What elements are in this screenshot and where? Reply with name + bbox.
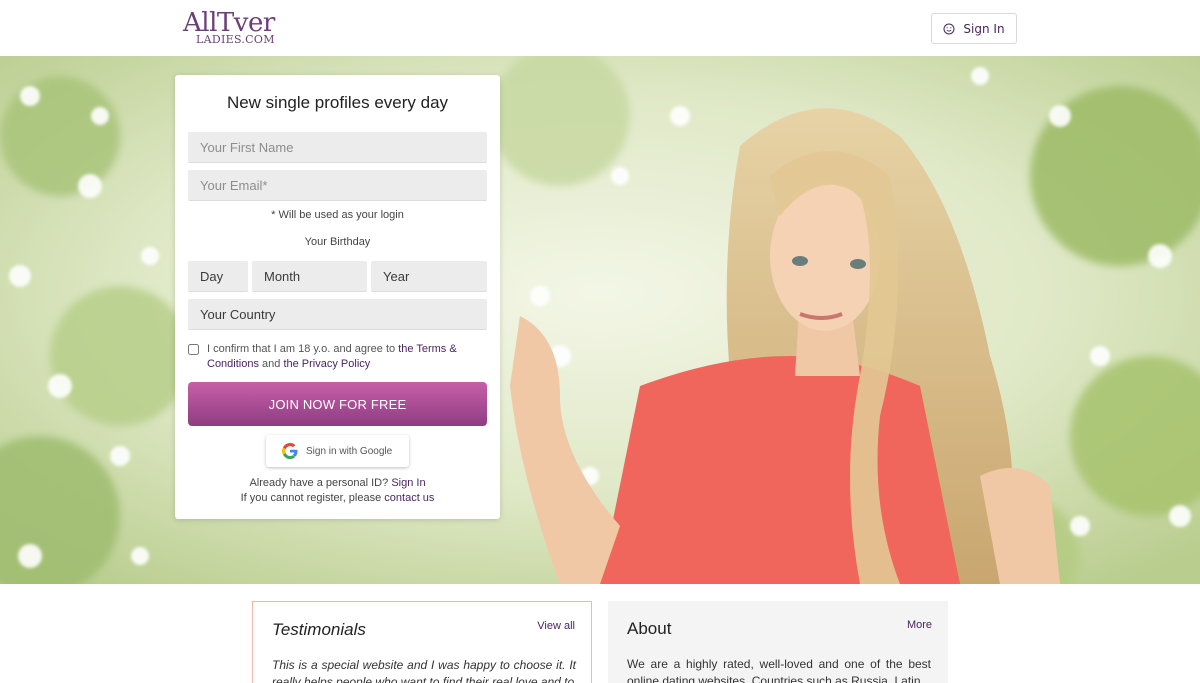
contact-line: If you cannot register, please contact u…	[175, 492, 500, 504]
agreement-text: I confirm that I am 18 y.o. and agree to…	[207, 342, 482, 372]
header-sign-in-button[interactable]: Sign In	[931, 13, 1017, 44]
first-name-input[interactable]	[188, 132, 487, 163]
join-now-button[interactable]: JOIN NOW FOR FREE	[188, 382, 487, 426]
already-text: Already have a personal ID?	[249, 477, 392, 489]
birth-day-select[interactable]: Day	[188, 261, 248, 292]
email-login-note: * Will be used as your login	[271, 209, 404, 221]
about-panel: About More We are a highly rated, well-l…	[608, 601, 948, 683]
site-logo[interactable]: AllTver LADIES.COM	[183, 9, 275, 47]
already-registered-line: Already have a personal ID? Sign In	[175, 477, 500, 489]
birthday-label: Your Birthday	[304, 236, 371, 248]
contact-us-link[interactable]: contact us	[384, 492, 434, 504]
view-all-link[interactable]: View all	[537, 620, 575, 632]
google-sign-in-button[interactable]: Sign in with Google	[266, 435, 409, 467]
smile-icon	[943, 23, 955, 34]
cannot-register-text: If you cannot register, please	[240, 492, 385, 504]
agreement-and: and	[258, 358, 284, 370]
more-link[interactable]: More	[907, 619, 932, 631]
country-select[interactable]: Your Country	[188, 299, 487, 330]
form-sign-in-link[interactable]: Sign In	[391, 477, 425, 489]
agree-checkbox[interactable]	[188, 344, 199, 355]
registration-form: New single profiles every day * Will be …	[175, 75, 500, 519]
birth-month-select[interactable]: Month	[252, 261, 367, 292]
email-input[interactable]	[188, 170, 487, 201]
testimonials-panel: Testimonials View all This is a special …	[252, 601, 592, 683]
about-text: We are a highly rated, well-loved and on…	[627, 657, 931, 683]
google-sign-in-label: Sign in with Google	[306, 445, 393, 457]
site-header: AllTver LADIES.COM Sign In	[0, 0, 1200, 56]
google-g-icon	[282, 443, 298, 459]
privacy-policy-link[interactable]: the Privacy Policy	[283, 358, 370, 370]
form-title: New single profiles every day	[226, 93, 449, 112]
agreement-prefix: I confirm that I am 18 y.o. and agree to	[207, 343, 399, 355]
about-title: About	[627, 619, 672, 638]
logo-domain: LADIES.COM	[196, 33, 275, 46]
testimonial-text: This is a special website and I was happ…	[272, 658, 576, 683]
birth-year-select[interactable]: Year	[371, 261, 487, 292]
testimonials-title: Testimonials	[272, 620, 366, 639]
sign-in-label: Sign In	[963, 21, 1005, 36]
